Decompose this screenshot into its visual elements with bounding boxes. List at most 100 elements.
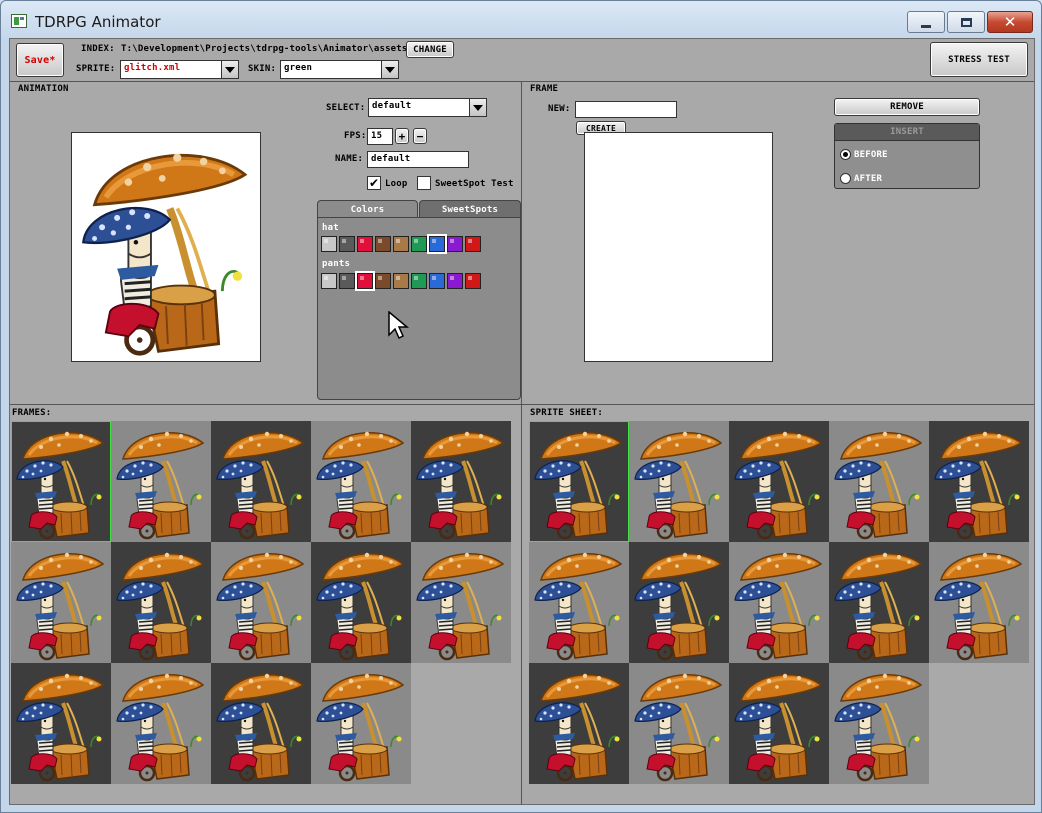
frame-sprite-image [311, 663, 411, 784]
before-radio[interactable] [840, 149, 851, 160]
minimize-button[interactable] [907, 11, 945, 33]
spritesheet-sprite-image [629, 663, 729, 784]
spritesheet-cell[interactable] [529, 421, 629, 542]
spritesheet-sprite-image [729, 421, 829, 542]
frame-cell[interactable] [311, 421, 411, 542]
frame-cell[interactable] [111, 421, 211, 542]
spritesheet-sprite-image [529, 421, 629, 542]
frame-sprite-image [111, 542, 211, 663]
frame-sprite-image [111, 663, 211, 784]
spritesheet-sprite-image [829, 421, 929, 542]
spritesheet-grid [529, 421, 1029, 784]
close-icon: ✕ [1003, 12, 1017, 31]
checkmark-icon: ✔ [368, 176, 380, 190]
color-swatch-hat-5[interactable] [411, 236, 427, 252]
fps-input[interactable]: 15 [367, 128, 393, 145]
frame-cell[interactable] [311, 542, 411, 663]
color-swatch-pants-1[interactable] [339, 273, 355, 289]
spritesheet-cell[interactable] [829, 542, 929, 663]
stress-test-button[interactable]: STRESS TEST [930, 42, 1028, 77]
color-swatch-pants-3[interactable] [375, 273, 391, 289]
index-path: T:\Development\Projects\tdrpg-tools\Anim… [121, 44, 408, 54]
fps-increase-button[interactable]: + [395, 128, 409, 144]
spritesheet-sprite-image [729, 542, 829, 663]
frames-grid [11, 421, 511, 784]
spritesheet-cell[interactable] [629, 663, 729, 784]
color-swatch-pants-4[interactable] [393, 273, 409, 289]
frame-sprite-image [411, 421, 511, 542]
sweetspot-test-checkbox[interactable] [417, 176, 431, 190]
color-swatch-pants-6[interactable] [429, 273, 445, 289]
frame-cell[interactable] [211, 542, 311, 663]
new-frame-input[interactable] [575, 101, 677, 118]
color-swatch-pants-2[interactable] [355, 271, 375, 291]
spritesheet-cell[interactable] [629, 421, 729, 542]
frame-cell[interactable] [11, 663, 111, 784]
animation-select[interactable]: default [368, 98, 470, 117]
color-swatch-hat-4[interactable] [393, 236, 409, 252]
sprite-label: SPRITE: [76, 64, 116, 74]
loop-checkbox[interactable]: ✔ [367, 176, 381, 190]
color-swatch-pants-7[interactable] [447, 273, 463, 289]
sprite-select[interactable]: glitch.xml [120, 60, 222, 79]
save-button[interactable]: Save* [16, 43, 64, 77]
spritesheet-sprite-image [929, 542, 1029, 663]
title-bar[interactable]: TDRPG Animator ✕ [1, 1, 1041, 41]
frame-cell[interactable] [111, 542, 211, 663]
color-swatch-hat-6[interactable] [427, 234, 447, 254]
frame-title: FRAME [530, 84, 559, 94]
tab-sweetspots[interactable]: SweetSpots [419, 200, 521, 218]
animation-preview [71, 132, 261, 362]
toolbar-divider [10, 81, 1034, 82]
spritesheet-cell[interactable] [529, 663, 629, 784]
fps-decrease-button[interactable]: − [413, 128, 427, 144]
window-title: TDRPG Animator [35, 13, 161, 31]
color-swatch-pants-5[interactable] [411, 273, 427, 289]
skin-dropdown-button[interactable] [381, 60, 399, 79]
before-label: BEFORE [854, 150, 888, 160]
frame-sprite-image [211, 421, 311, 542]
spritesheet-cell[interactable] [729, 663, 829, 784]
spritesheet-cell[interactable] [729, 421, 829, 542]
spritesheet-cell[interactable] [929, 542, 1029, 663]
maximize-button[interactable] [947, 11, 985, 33]
frame-cell[interactable] [211, 421, 311, 542]
frame-cell[interactable] [111, 663, 211, 784]
close-button[interactable]: ✕ [987, 11, 1033, 33]
color-swatch-hat-1[interactable] [339, 236, 355, 252]
change-button[interactable]: CHANGE [406, 41, 454, 58]
color-swatch-pants-0[interactable] [321, 273, 337, 289]
color-swatch-hat-8[interactable] [465, 236, 481, 252]
skin-select[interactable]: green [280, 60, 382, 79]
app-window: TDRPG Animator ✕ Save* INDEX: T:\Develop… [0, 0, 1042, 813]
frame-sprite-image [11, 542, 111, 663]
after-radio[interactable] [840, 173, 851, 184]
spritesheet-title: SPRITE SHEET: [530, 408, 604, 418]
frame-cell[interactable] [211, 663, 311, 784]
sprite-dropdown-button[interactable] [221, 60, 239, 79]
color-swatch-hat-0[interactable] [321, 236, 337, 252]
middle-divider [10, 404, 1034, 405]
frame-cell[interactable] [11, 542, 111, 663]
color-swatch-pants-8[interactable] [465, 273, 481, 289]
spritesheet-cell[interactable] [829, 663, 929, 784]
spritesheet-cell[interactable] [829, 421, 929, 542]
frame-cell[interactable] [11, 421, 111, 542]
spritesheet-sprite-image [529, 663, 629, 784]
fps-label: FPS: [344, 131, 367, 141]
insert-header: INSERT [835, 124, 979, 141]
frame-cell[interactable] [411, 542, 511, 663]
spritesheet-cell[interactable] [729, 542, 829, 663]
animation-dropdown-button[interactable] [469, 98, 487, 117]
frame-cell[interactable] [311, 663, 411, 784]
frame-cell[interactable] [411, 421, 511, 542]
color-swatch-hat-7[interactable] [447, 236, 463, 252]
remove-button[interactable]: REMOVE [834, 98, 980, 116]
color-swatch-hat-2[interactable] [357, 236, 373, 252]
animation-name-input[interactable]: default [367, 151, 469, 168]
spritesheet-cell[interactable] [529, 542, 629, 663]
spritesheet-cell[interactable] [629, 542, 729, 663]
color-swatch-hat-3[interactable] [375, 236, 391, 252]
spritesheet-cell[interactable] [929, 421, 1029, 542]
frame-list[interactable] [584, 132, 773, 362]
